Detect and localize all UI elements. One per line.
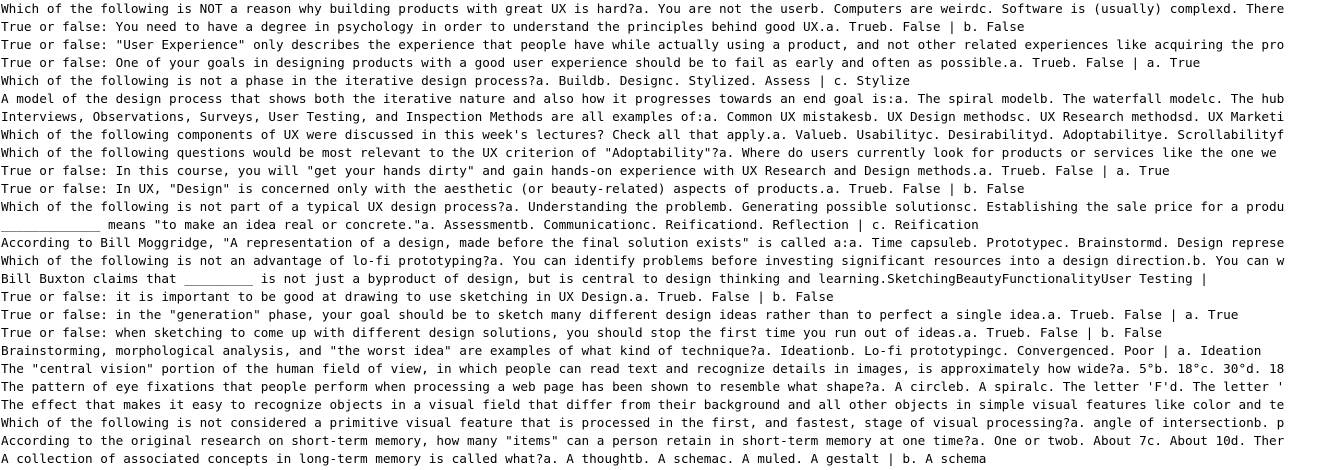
text-line: Which of the following is not part of a … (1, 199, 1285, 214)
text-line: According to the original research on sh… (1, 433, 1285, 448)
text-line: _____________ means "to make an idea rea… (1, 217, 979, 232)
text-line: True or false: in the "generation" phase… (1, 307, 1239, 322)
text-line: Which of the following is not a phase in… (1, 73, 910, 88)
text-line: True or false: One of your goals in desi… (1, 55, 1201, 70)
text-line: Which of the following is not an advanta… (1, 253, 1285, 268)
text-line: True or false: "User Experience" only de… (1, 37, 1285, 52)
text-line: Which of the following is not considered… (1, 415, 1285, 430)
text-line: According to Bill Moggridge, "A represen… (1, 235, 1285, 250)
text-document: Which of the following is NOT a reason w… (0, 0, 1344, 470)
text-line: Which of the following questions would b… (1, 145, 1277, 160)
text-line: The effect that makes it easy to recogni… (1, 397, 1285, 412)
text-line: Which of the following is NOT a reason w… (1, 1, 1285, 16)
text-line: A model of the design process that shows… (1, 91, 1285, 106)
text-line: A collection of associated concepts in l… (1, 451, 987, 466)
text-line: True or false: You need to have a degree… (1, 19, 1025, 34)
text-line: True or false: In this course, you will … (1, 163, 1170, 178)
text-line: True or false: when sketching to come up… (1, 325, 1163, 340)
text-line: True or false: In UX, "Design" is concer… (1, 181, 1025, 196)
text-line: Brainstorming, morphological analysis, a… (1, 343, 1262, 358)
text-line: True or false: it is important to be goo… (1, 289, 834, 304)
text-line: Interviews, Observations, Surveys, User … (1, 109, 1285, 124)
text-line: Bill Buxton claims that _________ is not… (1, 271, 1208, 286)
text-line: Which of the following components of UX … (1, 127, 1285, 142)
text-line: The "central vision" portion of the huma… (1, 361, 1285, 376)
text-line: The pattern of eye fixations that people… (1, 379, 1285, 394)
